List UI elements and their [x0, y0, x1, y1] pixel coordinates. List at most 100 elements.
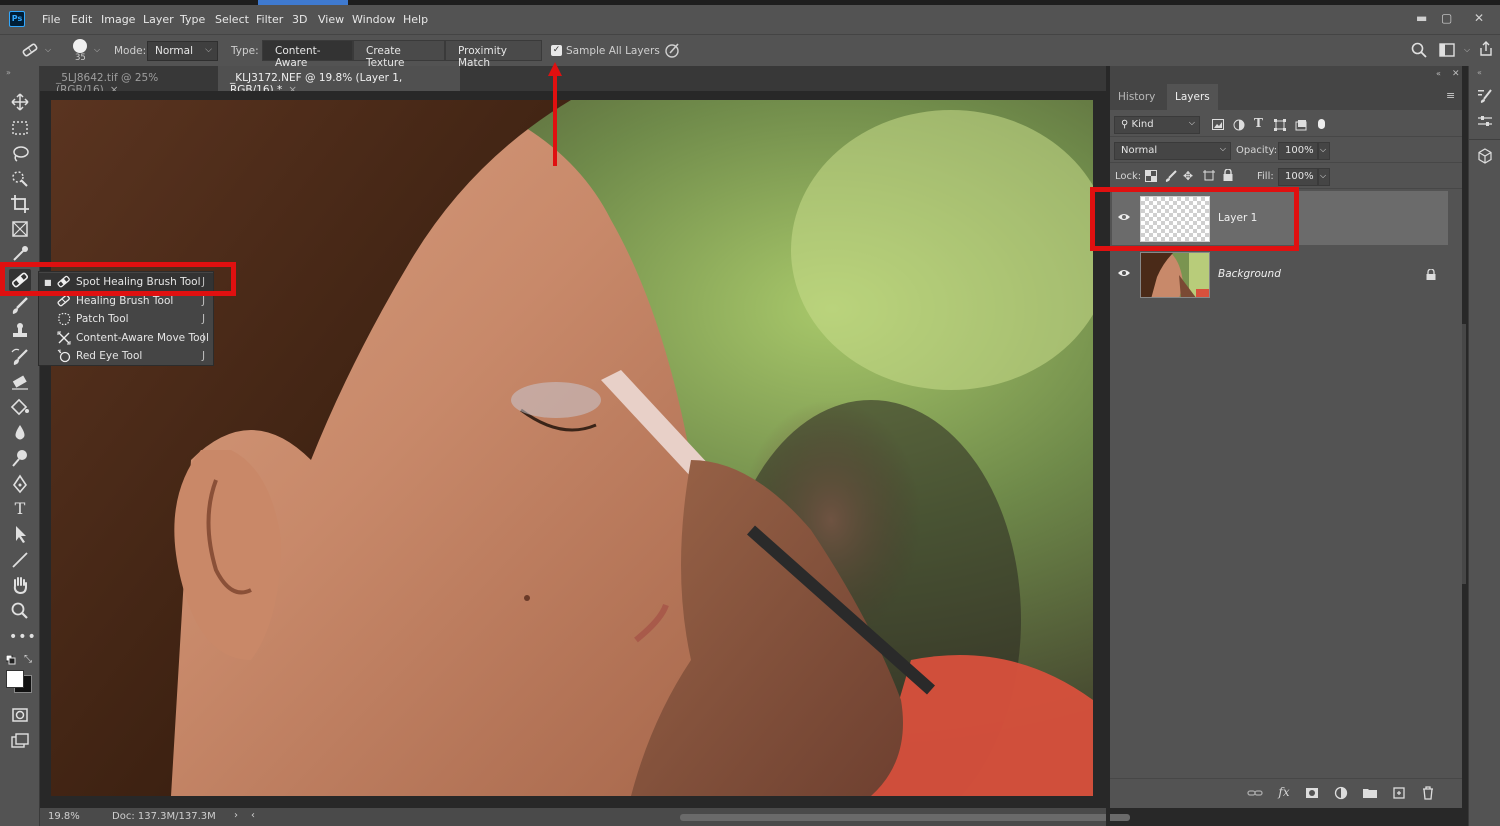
filter-pixel-icon[interactable]	[1212, 119, 1224, 130]
fill-input[interactable]: 100%	[1278, 168, 1318, 186]
delete-layer-icon[interactable]	[1420, 785, 1436, 801]
layer-row-background[interactable]: Background	[1112, 247, 1448, 301]
brush-chevron-icon[interactable]: ⌵	[94, 45, 100, 55]
filter-adjustment-icon[interactable]	[1233, 119, 1245, 131]
crop-tool-icon[interactable]	[9, 193, 31, 215]
line-tool-icon[interactable]	[9, 549, 31, 571]
brush-tool-icon[interactable]	[9, 295, 31, 317]
fill-chevron-icon[interactable]: ⌵	[1318, 168, 1330, 186]
quick-selection-tool-icon[interactable]	[9, 168, 31, 190]
add-mask-icon[interactable]	[1304, 785, 1320, 801]
hand-tool-icon[interactable]	[9, 574, 31, 596]
swap-colors-icon[interactable]: ⤡	[24, 654, 32, 665]
menu-3d[interactable]: 3D	[292, 13, 307, 26]
lock-all-icon[interactable]	[1223, 169, 1233, 181]
scroll-left-icon[interactable]: ‹	[251, 810, 255, 821]
blend-mode-dropdown[interactable]: Normal ⌵	[1114, 142, 1231, 160]
panel-menu-icon[interactable]: ≡	[1446, 89, 1455, 102]
frame-tool-icon[interactable]	[9, 218, 31, 240]
expand-panels-icon[interactable]: «	[1477, 68, 1482, 77]
spot-healing-brush-icon[interactable]	[20, 41, 40, 59]
new-layer-icon[interactable]	[1391, 785, 1407, 801]
pressure-brush-icon[interactable]	[663, 41, 681, 59]
flyout-item-patch[interactable]: Patch Tool J	[39, 310, 213, 328]
lock-position-icon[interactable]: ✥	[1183, 169, 1193, 183]
filter-smart-object-icon[interactable]	[1295, 119, 1307, 131]
eraser-tool-icon[interactable]	[9, 371, 31, 393]
mode-dropdown[interactable]: Normal ⌵	[147, 41, 218, 61]
tab-layers[interactable]: Layers	[1167, 84, 1218, 110]
menu-view[interactable]: View	[318, 13, 344, 26]
path-selection-tool-icon[interactable]	[9, 523, 31, 545]
restore-button[interactable]: ▢	[1441, 11, 1452, 25]
chevron-down-icon[interactable]: ⌵	[45, 45, 51, 55]
tab-klj3172[interactable]: _KLJ3172.NEF @ 19.8% (Layer 1, RGB/16) *…	[218, 66, 460, 91]
lock-transparent-icon[interactable]	[1145, 170, 1157, 182]
layers-scrollbar[interactable]	[1462, 324, 1466, 584]
menu-select[interactable]: Select	[215, 13, 249, 26]
default-colors-icon[interactable]	[6, 655, 16, 665]
move-tool-icon[interactable]	[9, 91, 31, 113]
close-window-button[interactable]: ✕	[1474, 11, 1484, 25]
sample-all-layers-checkbox[interactable]: ✓	[551, 45, 562, 56]
menu-image[interactable]: Image	[101, 13, 135, 26]
filter-toggle-icon[interactable]	[1318, 119, 1325, 129]
collapse-panel-icon[interactable]: «	[1436, 69, 1441, 78]
lasso-tool-icon[interactable]	[9, 143, 31, 165]
type-tool-icon[interactable]: T	[9, 498, 31, 520]
screen-mode-icon[interactable]	[9, 730, 31, 752]
document-image[interactable]	[51, 100, 1093, 796]
share-icon[interactable]	[1478, 41, 1494, 57]
menu-layer[interactable]: Layer	[143, 13, 174, 26]
brush-preview-icon[interactable]	[73, 39, 87, 53]
quick-mask-icon[interactable]	[9, 704, 31, 726]
zoom-tool-icon[interactable]	[9, 600, 31, 622]
history-brush-tool-icon[interactable]	[9, 346, 31, 368]
tab-5lj8642[interactable]: _5LJ8642.tif @ 25% (RGB/16)×	[44, 66, 218, 91]
search-icon[interactable]	[1411, 42, 1427, 58]
workspace-icon[interactable]	[1439, 43, 1455, 57]
workspace-chevron-icon[interactable]: ⌵	[1464, 45, 1470, 55]
brush-settings-icon[interactable]	[1477, 88, 1493, 104]
more-tools-icon[interactable]: •••	[9, 626, 31, 648]
menu-file[interactable]: File	[42, 13, 60, 26]
3d-cube-icon[interactable]	[1477, 148, 1493, 164]
foreground-color-swatch[interactable]	[6, 670, 24, 688]
lock-pixels-icon[interactable]	[1165, 170, 1177, 182]
status-menu-arrow-icon[interactable]: ›	[234, 810, 238, 821]
dodge-tool-icon[interactable]	[9, 447, 31, 469]
opacity-input[interactable]: 100%	[1278, 142, 1318, 160]
visibility-eye-icon[interactable]	[1118, 267, 1130, 279]
zoom-level[interactable]: 19.8%	[48, 811, 80, 822]
menu-edit[interactable]: Edit	[71, 13, 92, 26]
menu-help[interactable]: Help	[403, 13, 428, 26]
link-layers-icon[interactable]	[1247, 785, 1263, 801]
proximity-match-button[interactable]: Proximity Match	[445, 40, 542, 61]
new-group-icon[interactable]	[1362, 785, 1378, 801]
menu-window[interactable]: Window	[352, 13, 395, 26]
create-texture-button[interactable]: Create Texture	[353, 40, 445, 61]
close-panel-icon[interactable]: ✕	[1452, 69, 1460, 79]
fx-icon[interactable]: fx	[1276, 785, 1292, 801]
filter-type-icon[interactable]: T	[1254, 116, 1263, 130]
menu-type[interactable]: Type	[180, 13, 205, 26]
pen-tool-icon[interactable]	[9, 473, 31, 495]
filter-shape-icon[interactable]	[1274, 119, 1286, 131]
clone-stamp-tool-icon[interactable]	[9, 320, 31, 342]
flyout-item-red-eye[interactable]: Red Eye Tool J	[39, 347, 213, 365]
flyout-item-content-aware-move[interactable]: Content-Aware Move Tool J	[39, 329, 213, 347]
minimize-button[interactable]: ▬	[1416, 11, 1427, 25]
properties-icon[interactable]	[1477, 114, 1493, 130]
lock-artboard-icon[interactable]	[1203, 170, 1215, 182]
tab-history[interactable]: History	[1110, 84, 1163, 110]
blur-tool-icon[interactable]	[9, 422, 31, 444]
horizontal-scrollbar[interactable]	[680, 814, 1130, 821]
layer-name[interactable]: Background	[1218, 268, 1281, 280]
collapse-arrows-icon[interactable]: »	[6, 68, 11, 77]
marquee-tool-icon[interactable]	[9, 117, 31, 139]
paint-bucket-tool-icon[interactable]	[9, 396, 31, 418]
content-aware-button[interactable]: Content-Aware	[262, 40, 353, 61]
opacity-chevron-icon[interactable]: ⌵	[1318, 142, 1330, 160]
filter-kind-dropdown[interactable]: ⚲ Kind ⌵	[1114, 116, 1200, 134]
menu-filter[interactable]: Filter	[256, 13, 283, 26]
